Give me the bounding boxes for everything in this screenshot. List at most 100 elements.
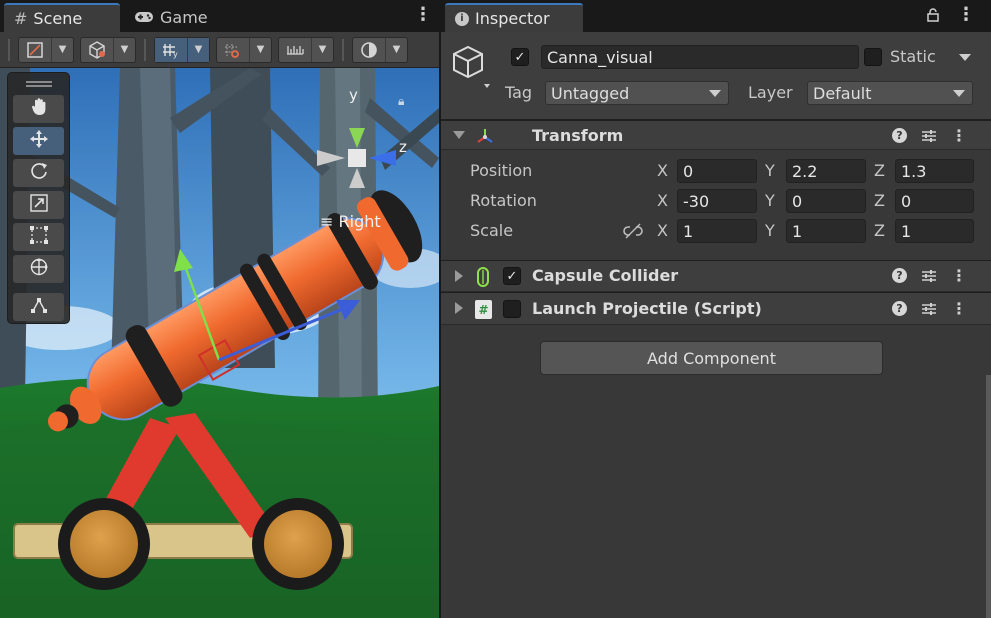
help-icon[interactable]: ?: [892, 128, 907, 143]
transform-header[interactable]: Transform ? ⋮: [441, 120, 991, 150]
help-icon[interactable]: ?: [892, 301, 907, 316]
presets-sliders-icon[interactable]: [921, 302, 937, 316]
active-checkbox[interactable]: ✓: [511, 48, 529, 66]
foldout-closed-icon[interactable]: [455, 302, 463, 314]
ruler-snap-icon: [279, 38, 311, 62]
foldout-open-icon[interactable]: [453, 131, 465, 139]
custom-editor-tool-button[interactable]: [13, 293, 64, 321]
scale-x-label[interactable]: X: [657, 221, 668, 240]
object-name-field[interactable]: Canna_visual: [541, 45, 859, 69]
rotation-label: Rotation: [470, 191, 537, 210]
static-checkbox[interactable]: [864, 48, 882, 66]
tab-inspector-label: Inspector: [475, 9, 550, 28]
inspector-kebab-menu-icon[interactable]: ⋮: [957, 6, 975, 24]
scale-z-field[interactable]: 1: [895, 219, 974, 243]
position-z-field[interactable]: 1.3: [895, 159, 974, 183]
gizmo-view-label[interactable]: ≡ Right: [320, 212, 381, 231]
chevron-down-icon: ▼: [51, 37, 73, 62]
svg-text:y: y: [173, 50, 178, 59]
inspector-tab-bar: i Inspector ⋮: [441, 0, 991, 32]
inspector-panel: i Inspector ⋮ ✓ Canna_visual Static Tag …: [441, 0, 991, 618]
component-kebab-icon[interactable]: ⋮: [951, 300, 967, 316]
overlay-grip[interactable]: [13, 77, 64, 91]
scale-y-field[interactable]: 1: [786, 219, 866, 243]
launch-projectile-header[interactable]: # Launch Projectile (Script) ? ⋮: [441, 292, 991, 325]
help-icon[interactable]: ?: [892, 268, 907, 283]
rotation-z-label[interactable]: Z: [874, 191, 885, 210]
grid-visibility-icon: y: [155, 37, 187, 62]
capsule-collider-header[interactable]: ✓ Capsule Collider ? ⋮: [441, 260, 991, 292]
tab-scene-label: Scene: [33, 9, 83, 28]
rotate-tool-button[interactable]: [13, 159, 64, 187]
hand-tool-button[interactable]: [13, 95, 64, 123]
scale-tool-button[interactable]: [13, 191, 64, 219]
snap-grid-icon: [217, 38, 249, 62]
capsule-icon: [476, 267, 490, 291]
toolbar-separator: [342, 38, 344, 61]
launch-projectile-enabled-checkbox[interactable]: [503, 300, 521, 318]
view-name: Right: [338, 212, 381, 231]
component-kebab-icon[interactable]: ⋮: [951, 267, 967, 283]
position-x-label[interactable]: X: [657, 161, 668, 180]
capsule-collider-title: Capsule Collider: [532, 266, 679, 285]
scene-toolbar: ▼ ▼ y ▼ ▼ ▼ ▼: [0, 32, 439, 68]
scale-y-label[interactable]: Y: [765, 221, 775, 240]
move-tool-button[interactable]: [13, 127, 64, 155]
rotation-x-field[interactable]: -30: [677, 189, 757, 213]
tab-scene[interactable]: # Scene: [4, 3, 120, 32]
hand-icon: [30, 97, 48, 121]
lock-icon[interactable]: 🔒︎: [398, 94, 404, 109]
chevron-down-icon: ▼: [249, 37, 271, 62]
tab-inspector[interactable]: i Inspector: [445, 3, 583, 32]
grid-snap-dropdown[interactable]: y ▼: [154, 36, 210, 63]
scale-x-field[interactable]: 1: [677, 219, 757, 243]
info-icon: i: [455, 11, 469, 26]
position-z-label[interactable]: Z: [874, 161, 885, 180]
layer-value: Default: [813, 83, 872, 103]
snap-increment-dropdown[interactable]: ▼: [216, 36, 272, 63]
rotation-y-label[interactable]: Y: [765, 191, 775, 210]
gameobject-cube-icon[interactable]: [451, 44, 495, 88]
scene-kebab-menu-icon[interactable]: ⋮: [414, 6, 432, 24]
component-kebab-icon[interactable]: ⋮: [951, 127, 967, 143]
effects-dropdown[interactable]: ▼: [352, 36, 408, 63]
layer-dropdown[interactable]: Default: [807, 81, 973, 105]
tag-dropdown[interactable]: Untagged: [545, 81, 729, 105]
position-x-field[interactable]: 0: [677, 159, 757, 183]
launch-projectile-actions: ? ⋮: [892, 300, 967, 316]
window-edge-scrollbar[interactable]: [986, 375, 991, 618]
tab-game[interactable]: Game: [124, 3, 224, 32]
static-dropdown-arrow[interactable]: [959, 54, 971, 61]
presets-sliders-icon[interactable]: [921, 269, 937, 283]
transform-actions: ? ⋮: [892, 127, 967, 143]
orientation-gizmo[interactable]: y z ≡ Right: [312, 86, 422, 231]
draw-mode-dropdown[interactable]: ▼: [18, 36, 74, 63]
lock-icon[interactable]: [927, 8, 939, 26]
chevron-down-icon: [709, 90, 721, 97]
hash-icon: #: [14, 9, 28, 28]
capsule-collider-enabled-checkbox[interactable]: ✓: [503, 267, 521, 285]
scene-panel: # Scene Game ⋮ ▼ ▼ y ▼ ▼ ▼ ▼ y z ≡ Right…: [0, 0, 439, 618]
sphere-effects-icon: [353, 38, 385, 62]
capsule-collider-actions: ? ⋮: [892, 267, 967, 283]
scale-z-label[interactable]: Z: [874, 221, 885, 240]
shading-mode-dropdown[interactable]: ▼: [80, 36, 136, 63]
script-hash-icon: #: [475, 300, 492, 319]
chevron-down-icon: ▼: [311, 37, 333, 62]
rotation-z-field[interactable]: 0: [895, 189, 974, 213]
hamburger-icon: ≡: [320, 212, 334, 231]
tab-game-label: Game: [160, 8, 208, 27]
foldout-closed-icon[interactable]: [455, 270, 463, 282]
transform-tool-button[interactable]: [13, 255, 64, 283]
increment-snap-dropdown[interactable]: ▼: [278, 36, 334, 63]
presets-sliders-icon[interactable]: [921, 129, 937, 143]
rotation-x-label[interactable]: X: [657, 191, 668, 210]
constrain-proportions-unlinked-icon[interactable]: [623, 223, 643, 243]
chevron-down-icon: ▼: [187, 37, 209, 62]
rect-tool-button[interactable]: [13, 223, 64, 251]
rotation-y-field[interactable]: 0: [786, 189, 866, 213]
position-label: Position: [470, 161, 533, 180]
add-component-button[interactable]: Add Component: [540, 341, 883, 375]
position-y-label[interactable]: Y: [765, 161, 775, 180]
position-y-field[interactable]: 2.2: [786, 159, 866, 183]
